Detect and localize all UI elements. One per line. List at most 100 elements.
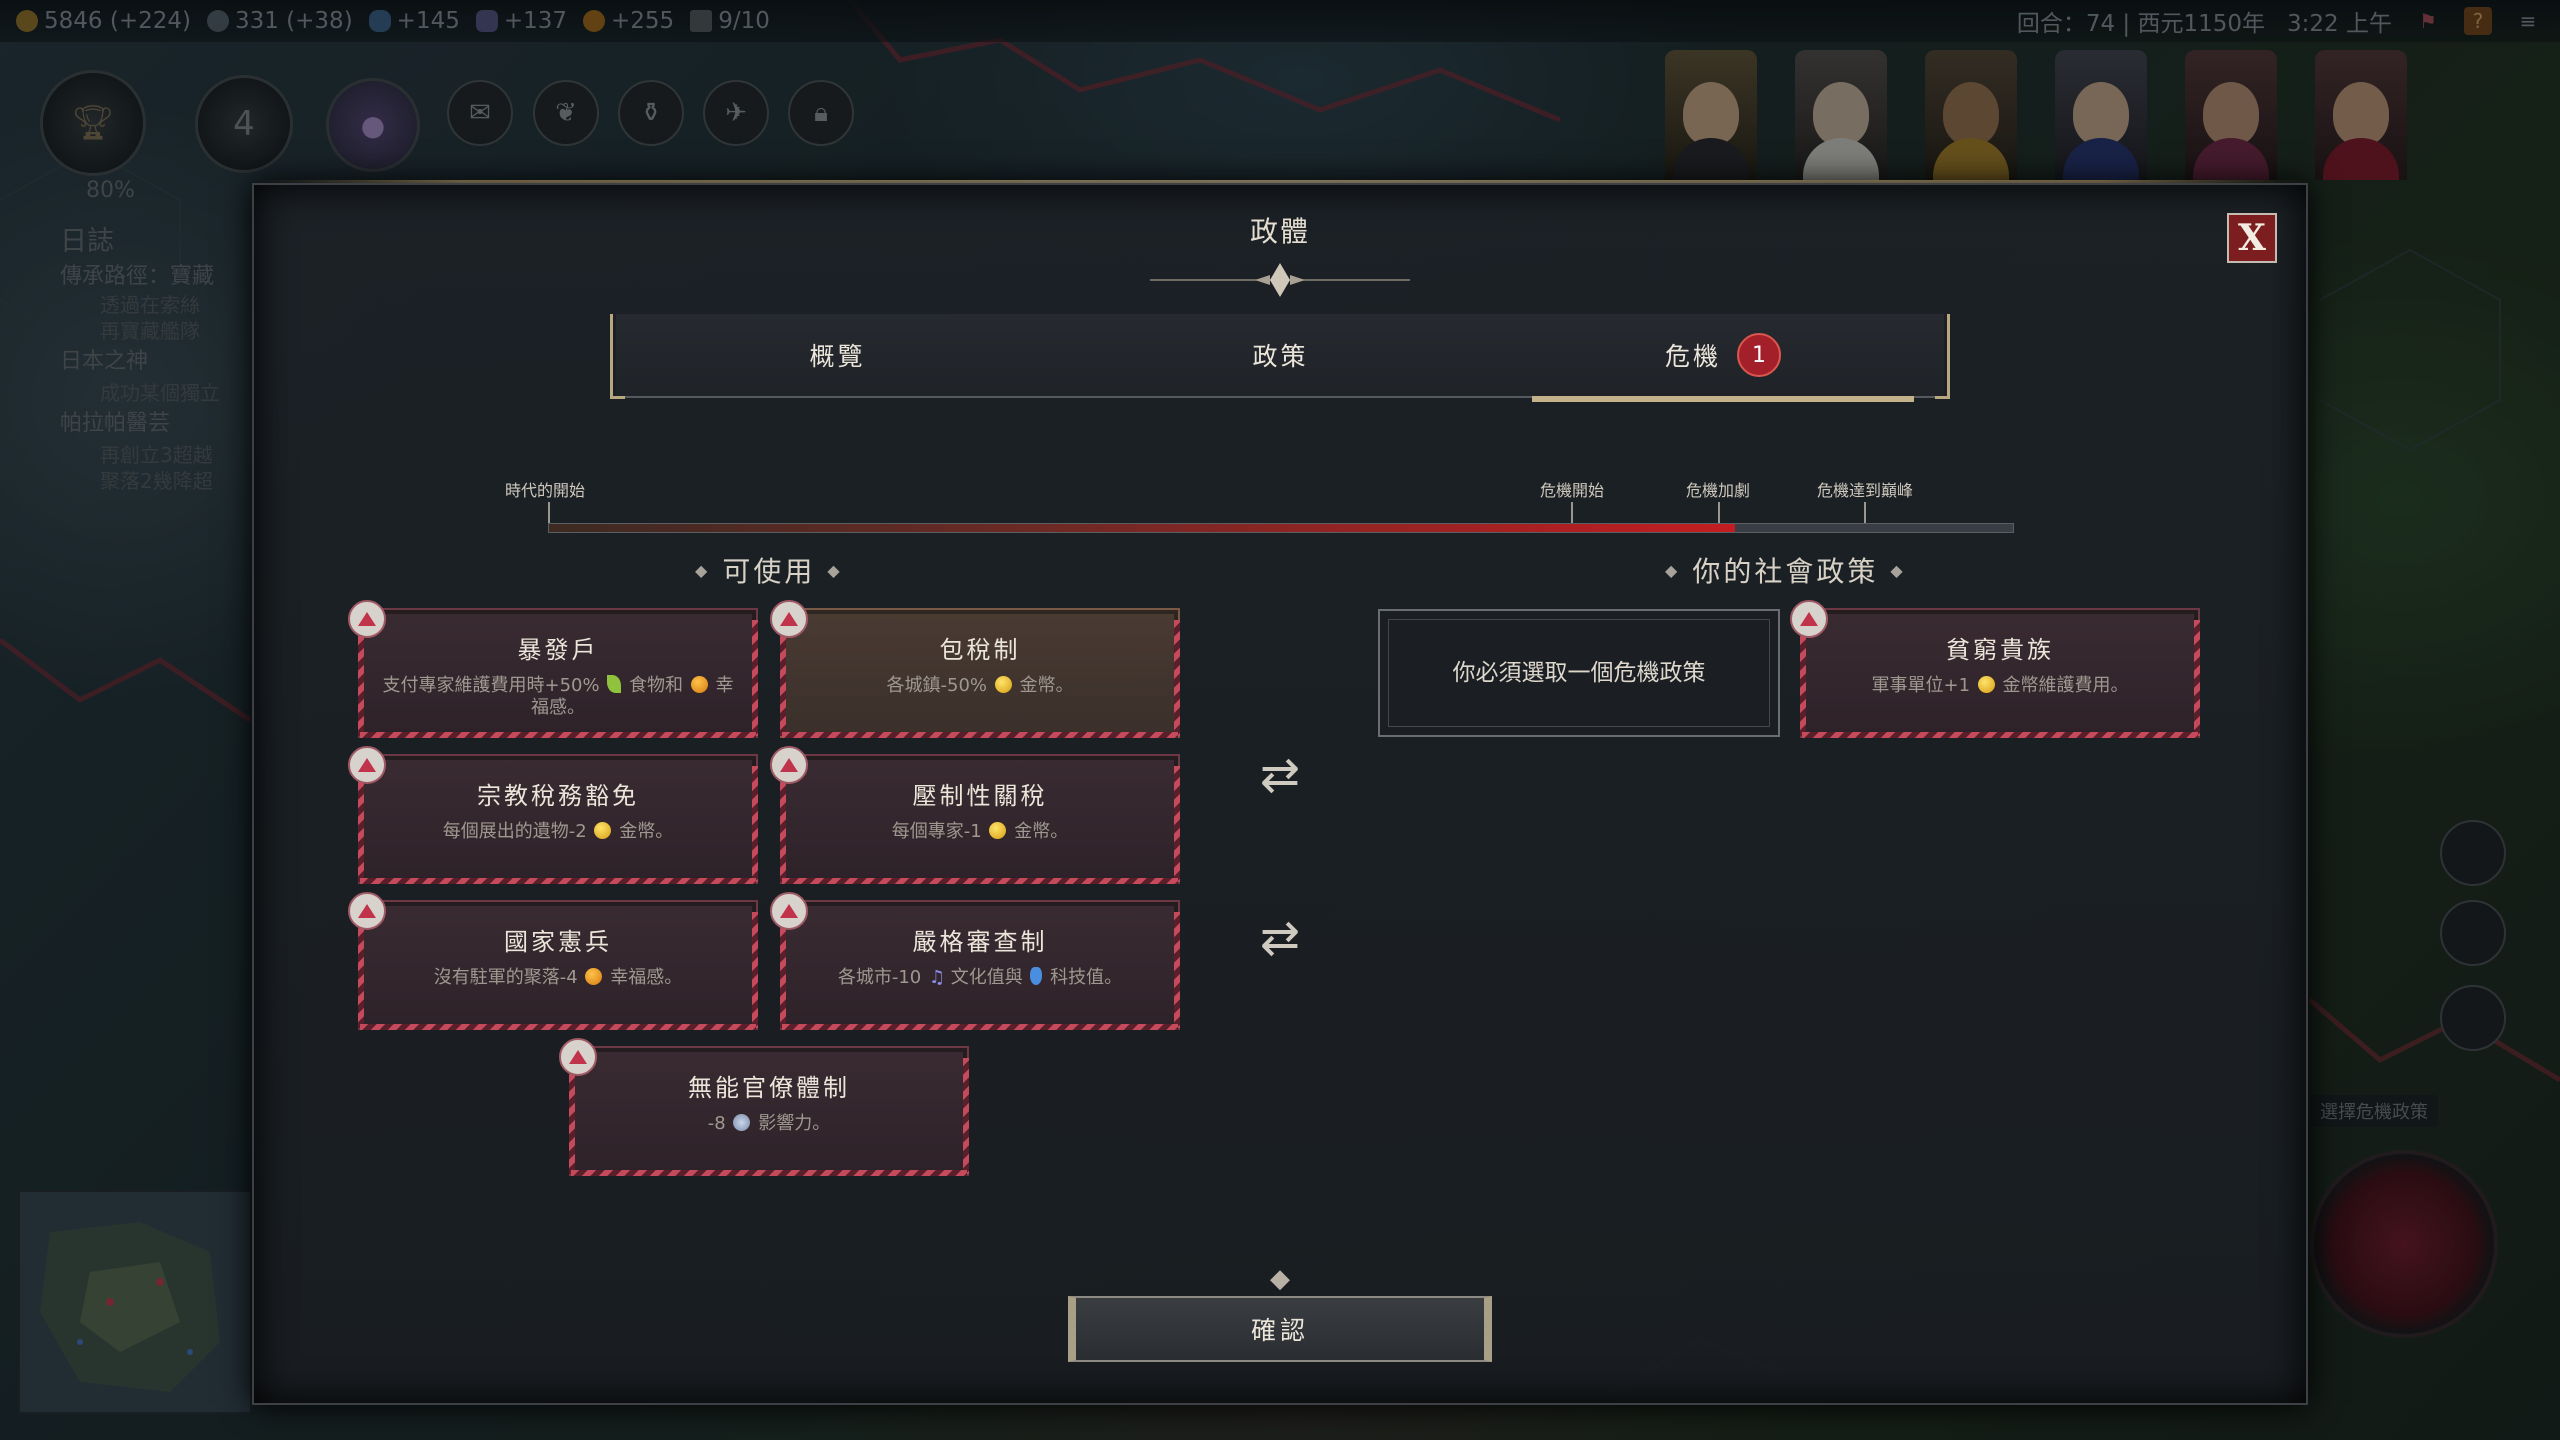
policy-description: -8 影響力。	[571, 1113, 967, 1135]
policy-name: 包稅制	[939, 636, 1021, 664]
tab-crisis[interactable]: 危機 1	[1502, 314, 1944, 402]
crisis-warning-icon	[770, 600, 808, 638]
timeline-marker-label: 危機達到巔峰	[1817, 481, 1914, 500]
card-stripe	[571, 1170, 967, 1176]
policy-desc-text: 食物和	[629, 675, 684, 696]
policy-desc-text: 金幣。	[1019, 675, 1074, 696]
policy-name: 壓制性關稅	[912, 782, 1048, 810]
policy-description: 沒有駐軍的聚落-4 幸福感。	[360, 967, 756, 989]
policy-desc-text: 科技值。	[1050, 967, 1123, 988]
ornament-diamond-icon: ◆	[1890, 560, 1906, 580]
policy-desc-text: 支付專家維護費用時+50%	[382, 675, 600, 696]
policy-name: 宗教稅務豁免	[477, 782, 639, 810]
tab-crisis-label: 危機	[1664, 342, 1721, 371]
policy-description: 每個專家-1 金幣。	[782, 821, 1178, 843]
swap-arrows-icon[interactable]: ⇄	[1250, 908, 1310, 968]
crisis-timeline-track	[548, 523, 2014, 533]
policy-desc-text: 金幣。	[619, 821, 674, 842]
tab-overview-label: 概覽	[809, 342, 866, 371]
policy-description: 各城市-10 ♫ 文化值與 科技值。	[782, 967, 1178, 989]
crisis-warning-icon	[770, 892, 808, 930]
card-stripe	[360, 732, 756, 738]
gold-coin-icon	[994, 676, 1012, 693]
crisis-warning-icon	[1790, 600, 1828, 638]
swap-arrows-icon[interactable]: ⇄	[1250, 745, 1310, 805]
gold-coin-icon	[1977, 676, 1995, 693]
crisis-count-badge: 1	[1737, 333, 1781, 377]
gold-coin-icon	[989, 822, 1007, 839]
modal-title: 政體	[1249, 215, 1310, 248]
culture-icon: ♫	[928, 967, 946, 988]
ornament-diamond-icon: ◆	[827, 560, 843, 580]
ornament-diamond-icon: ◆	[695, 560, 711, 580]
policy-desc-text: 沒有駐軍的聚落-4	[433, 967, 578, 988]
confirm-button[interactable]: 確認	[1068, 1296, 1492, 1362]
tab-policies-label: 政策	[1252, 342, 1309, 371]
available-header: ◆ 可使用 ◆	[695, 550, 843, 590]
timeline-start-label: 時代的開始	[505, 481, 586, 500]
confirm-ornament-icon: ◆	[1270, 1264, 1290, 1294]
policy-card-religious-tax-exemption[interactable]: 宗教稅務豁免 每個展出的遺物-2 金幣。	[348, 746, 758, 884]
card-stripe	[752, 620, 758, 736]
policy-desc-text: 每個專家-1	[891, 821, 982, 842]
policy-description: 各城鎮-50% 金幣。	[782, 675, 1178, 697]
empty-crisis-policy-slot[interactable]: 你必須選取一個危機政策	[1378, 609, 1780, 737]
card-stripe	[782, 732, 1178, 738]
policy-name: 貧窮貴族	[1946, 636, 2054, 664]
available-header-label: 可使用	[722, 555, 816, 588]
policy-name: 無能官僚體制	[688, 1074, 850, 1102]
crisis-warning-icon	[348, 892, 386, 930]
crisis-warning-icon	[770, 746, 808, 784]
card-stripe	[782, 1024, 1178, 1030]
happiness-icon	[585, 968, 603, 985]
tab-overview[interactable]: 概覽	[616, 314, 1059, 396]
policy-desc-text: 影響力。	[758, 1113, 831, 1134]
policy-name: 嚴格審查制	[912, 928, 1048, 956]
policy-card-oppressive-tariffs[interactable]: 壓制性關稅 每個專家-1 金幣。	[770, 746, 1180, 884]
policy-description: 軍事單位+1 金幣維護費用。	[1802, 675, 2198, 697]
policy-name: 國家憲兵	[504, 928, 612, 956]
card-stripe	[1174, 912, 1180, 1028]
crisis-timeline-progress	[549, 524, 1735, 532]
policy-desc-text: 各城鎮-50%	[886, 675, 988, 696]
card-stripe	[360, 878, 756, 884]
policy-desc-text: -8	[707, 1113, 726, 1134]
policy-desc-text: 各城市-10	[837, 967, 922, 988]
social-policies-header: ◆ 你的社會政策 ◆	[1665, 550, 1906, 590]
policy-desc-text: 金幣。	[1014, 821, 1069, 842]
timeline-tick	[1571, 502, 1573, 524]
policy-card-tax-farming[interactable]: 包稅制 各城鎮-50% 金幣。	[770, 600, 1180, 738]
policy-desc-text: 文化值與	[950, 967, 1023, 988]
policy-card-strict-censorship[interactable]: 嚴格審查制 各城市-10 ♫ 文化值與 科技值。	[770, 892, 1180, 1030]
policy-card-national-gendarmerie[interactable]: 國家憲兵 沒有駐軍的聚落-4 幸福感。	[348, 892, 758, 1030]
policy-description: 每個展出的遺物-2 金幣。	[360, 821, 756, 843]
policy-card-upstart[interactable]: 暴發戶 支付專家維護費用時+50% 食物和 幸福感。	[348, 600, 758, 738]
policy-desc-text: 每個展出的遺物-2	[442, 821, 587, 842]
card-stripe	[1802, 732, 2198, 738]
tab-policies[interactable]: 政策	[1059, 314, 1502, 396]
card-stripe	[360, 1024, 756, 1030]
tab-bar: 概覽 政策 危機 1	[610, 314, 1950, 402]
policy-description: 支付專家維護費用時+50% 食物和 幸福感。	[360, 675, 756, 719]
policy-desc-text: 金幣維護費用。	[2002, 675, 2129, 696]
card-stripe	[752, 912, 758, 1028]
crisis-warning-icon	[348, 746, 386, 784]
policy-desc-text: 幸福感。	[610, 967, 683, 988]
title-ornament	[1150, 263, 1410, 297]
influence-icon	[733, 1114, 751, 1131]
timeline-marker-label: 危機開始	[1540, 481, 1605, 500]
crisis-warning-icon	[559, 1038, 597, 1076]
close-button[interactable]: X	[2227, 213, 2277, 263]
policy-name: 暴發戶	[517, 636, 599, 664]
card-stripe	[1174, 620, 1180, 736]
timeline-tick	[548, 502, 550, 524]
gold-coin-icon	[594, 822, 612, 839]
timeline-tick	[1864, 502, 1866, 524]
empty-slot-text: 你必須選取一個危機政策	[1452, 660, 1706, 686]
policy-card-incompetent-bureaucracy[interactable]: 無能官僚體制 -8 影響力。	[559, 1038, 969, 1176]
card-stripe	[782, 878, 1178, 884]
card-stripe	[752, 766, 758, 882]
social-policy-card-impoverished-nobility[interactable]: 貧窮貴族 軍事單位+1 金幣維護費用。	[1790, 600, 2200, 738]
timeline-marker-label: 危機加劇	[1686, 481, 1751, 500]
food-icon	[607, 675, 622, 693]
